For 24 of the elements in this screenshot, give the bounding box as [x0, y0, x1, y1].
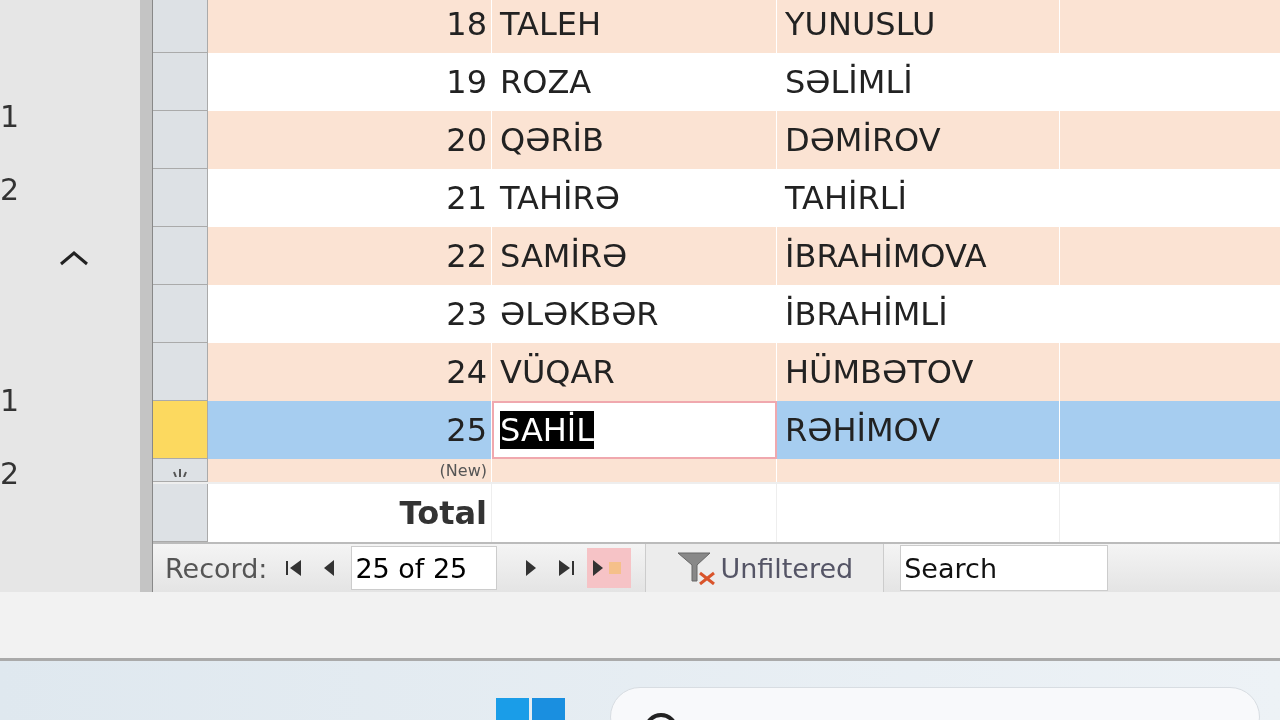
record-label: Record:: [165, 552, 268, 584]
group-number: 2: [0, 172, 20, 207]
search-field[interactable]: Search: [900, 545, 1109, 591]
record-selector[interactable]: [153, 401, 208, 459]
record-selector[interactable]: [153, 227, 208, 285]
record-selector[interactable]: [153, 343, 208, 401]
chevron-up-icon[interactable]: [59, 249, 89, 266]
edit-field[interactable]: SAHİL: [492, 401, 777, 459]
scrollbar[interactable]: [140, 0, 153, 592]
group-number: 1: [0, 383, 20, 418]
windows-logo-icon[interactable]: [496, 698, 566, 720]
record-selector[interactable]: [153, 169, 208, 227]
record-selector[interactable]: [153, 53, 208, 111]
new-record-icon: [173, 469, 187, 477]
group-number: 2: [0, 456, 20, 491]
record-selector[interactable]: [153, 0, 208, 53]
filter-toggle-button[interactable]: Unfiltered: [645, 544, 885, 592]
funnel-cross-icon: [676, 551, 717, 585]
record-selector: [153, 484, 208, 542]
group-number: 1: [0, 99, 20, 134]
record-selector[interactable]: [153, 285, 208, 343]
selected-text: SAHİL: [500, 411, 595, 449]
record-position-field[interactable]: 25 of 25: [351, 546, 498, 590]
record-selector[interactable]: [153, 111, 208, 169]
